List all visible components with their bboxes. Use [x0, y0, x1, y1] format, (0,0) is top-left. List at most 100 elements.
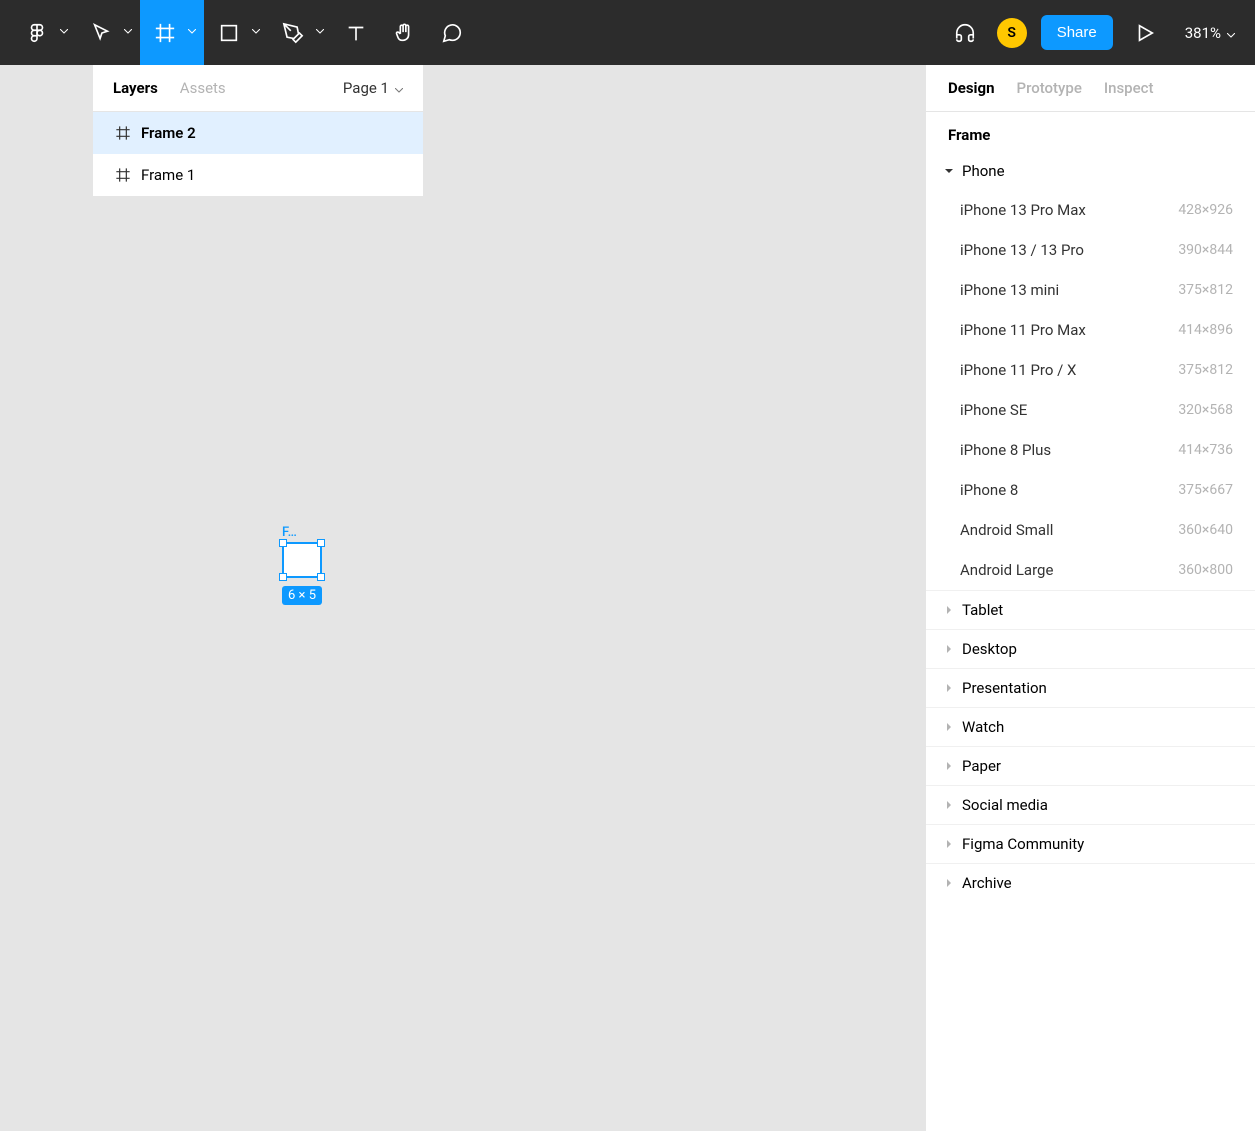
dimensions-badge: 6 × 5	[282, 586, 322, 605]
preset-list: iPhone 13 Pro Max 428×926 iPhone 13 / 13…	[926, 190, 1255, 590]
tab-assets[interactable]: Assets	[180, 79, 226, 97]
preset-dimensions: 375×667	[1178, 482, 1233, 498]
resize-handle-br[interactable]	[317, 573, 325, 581]
preset-group-header[interactable]: Watch	[926, 707, 1255, 746]
preset-group-header[interactable]: Phone	[926, 152, 1255, 190]
toolbar: S Share 381%	[0, 0, 1255, 65]
pen-icon	[282, 22, 304, 44]
preset-dimensions: 428×926	[1178, 202, 1233, 218]
preset-row[interactable]: iPhone 11 Pro / X 375×812	[926, 350, 1255, 390]
caret-right-icon	[944, 723, 954, 731]
caret-right-icon	[944, 645, 954, 653]
preset-row[interactable]: iPhone 8 Plus 414×736	[926, 430, 1255, 470]
caret-right-icon	[944, 762, 954, 770]
preset-group-name: Presentation	[962, 679, 1047, 697]
chevron-down-icon	[395, 79, 403, 97]
preset-dimensions: 414×736	[1178, 442, 1233, 458]
preset-group-name: Archive	[962, 874, 1012, 892]
comment-icon	[441, 22, 463, 44]
preset-group-name: Phone	[962, 162, 1005, 180]
preset-dimensions: 390×844	[1178, 242, 1233, 258]
resize-handle-tr[interactable]	[317, 539, 325, 547]
caret-right-icon	[944, 879, 954, 887]
chevron-down-icon	[188, 29, 196, 37]
preset-row[interactable]: iPhone 13 / 13 Pro 390×844	[926, 230, 1255, 270]
preset-row[interactable]: iPhone SE 320×568	[926, 390, 1255, 430]
avatar[interactable]: S	[997, 18, 1027, 48]
preset-name: iPhone 13 Pro Max	[960, 201, 1086, 219]
preset-group-name: Social media	[962, 796, 1048, 814]
frame-label[interactable]: F…	[282, 525, 312, 540]
preset-group-header[interactable]: Presentation	[926, 668, 1255, 707]
shape-tool-button[interactable]	[204, 0, 268, 65]
text-tool-button[interactable]	[332, 0, 380, 65]
preset-dimensions: 375×812	[1178, 282, 1233, 298]
frame-icon	[115, 125, 131, 141]
tab-design[interactable]: Design	[948, 79, 995, 97]
preset-group-header[interactable]: Desktop	[926, 629, 1255, 668]
preset-group-name: Paper	[962, 757, 1001, 775]
preset-name: iPhone 13 / 13 Pro	[960, 241, 1084, 259]
resize-handle-bl[interactable]	[279, 573, 287, 581]
preset-name: iPhone 11 Pro / X	[960, 361, 1076, 379]
preset-group-header[interactable]: Social media	[926, 785, 1255, 824]
preset-name: iPhone 8	[960, 481, 1018, 499]
page-selector[interactable]: Page 1	[343, 79, 403, 97]
tab-prototype[interactable]: Prototype	[1017, 79, 1082, 97]
chevron-down-icon	[252, 29, 260, 37]
frame-box[interactable]	[282, 542, 322, 578]
chevron-down-icon	[1227, 24, 1235, 42]
preset-group-header[interactable]: Archive	[926, 863, 1255, 902]
play-icon	[1134, 22, 1156, 44]
preset-row[interactable]: iPhone 13 mini 375×812	[926, 270, 1255, 310]
preset-name: iPhone SE	[960, 401, 1027, 419]
chevron-down-icon	[60, 29, 68, 37]
caret-right-icon	[944, 840, 954, 848]
layer-name: Frame 2	[141, 124, 196, 142]
preset-row[interactable]: iPhone 11 Pro Max 414×896	[926, 310, 1255, 350]
hand-tool-button[interactable]	[380, 0, 428, 65]
zoom-value: 381%	[1185, 24, 1221, 42]
preset-name: iPhone 8 Plus	[960, 441, 1051, 459]
layer-row[interactable]: Frame 2	[93, 112, 423, 154]
preset-dimensions: 320×568	[1178, 402, 1233, 418]
zoom-dropdown[interactable]: 381%	[1177, 24, 1243, 42]
preset-group-header[interactable]: Paper	[926, 746, 1255, 785]
comment-tool-button[interactable]	[428, 0, 476, 65]
preset-row[interactable]: iPhone 8 375×667	[926, 470, 1255, 510]
chevron-down-icon	[316, 29, 324, 37]
preset-group-name: Watch	[962, 718, 1004, 736]
frame-tool-button[interactable]	[140, 0, 204, 65]
right-panel: Design Prototype Inspect Frame Phone iPh…	[925, 65, 1255, 1131]
share-button[interactable]: Share	[1041, 15, 1113, 50]
resize-handle-tl[interactable]	[279, 539, 287, 547]
preset-group-header[interactable]: Tablet	[926, 590, 1255, 629]
right-panel-tabs: Design Prototype Inspect	[926, 65, 1255, 112]
preset-group-name: Tablet	[962, 601, 1003, 619]
left-panel-tabs: Layers Assets Page 1	[93, 65, 423, 112]
tab-layers[interactable]: Layers	[113, 79, 158, 97]
figma-menu-button[interactable]	[12, 0, 76, 65]
preset-group-name: Desktop	[962, 640, 1017, 658]
preset-row[interactable]: Android Small 360×640	[926, 510, 1255, 550]
rectangle-icon	[218, 22, 240, 44]
layer-row[interactable]: Frame 1	[93, 154, 423, 196]
selected-frame[interactable]: F… 6 × 5	[282, 525, 327, 605]
toolbar-left	[12, 0, 476, 65]
pen-tool-button[interactable]	[268, 0, 332, 65]
preset-name: Android Large	[960, 561, 1053, 579]
move-tool-button[interactable]	[76, 0, 140, 65]
preset-group-header[interactable]: Figma Community	[926, 824, 1255, 863]
preset-group-name: Figma Community	[962, 835, 1084, 853]
preset-name: Android Small	[960, 521, 1053, 539]
preset-dimensions: 360×800	[1178, 562, 1233, 578]
left-panel: Layers Assets Page 1 Frame 2 Frame 1	[92, 65, 424, 197]
caret-right-icon	[944, 684, 954, 692]
frame-icon	[154, 22, 176, 44]
chevron-down-icon	[124, 29, 132, 37]
present-button[interactable]	[1127, 15, 1163, 51]
preset-row[interactable]: Android Large 360×800	[926, 550, 1255, 590]
preset-row[interactable]: iPhone 13 Pro Max 428×926	[926, 190, 1255, 230]
tab-inspect[interactable]: Inspect	[1104, 79, 1154, 97]
audio-button[interactable]	[947, 15, 983, 51]
